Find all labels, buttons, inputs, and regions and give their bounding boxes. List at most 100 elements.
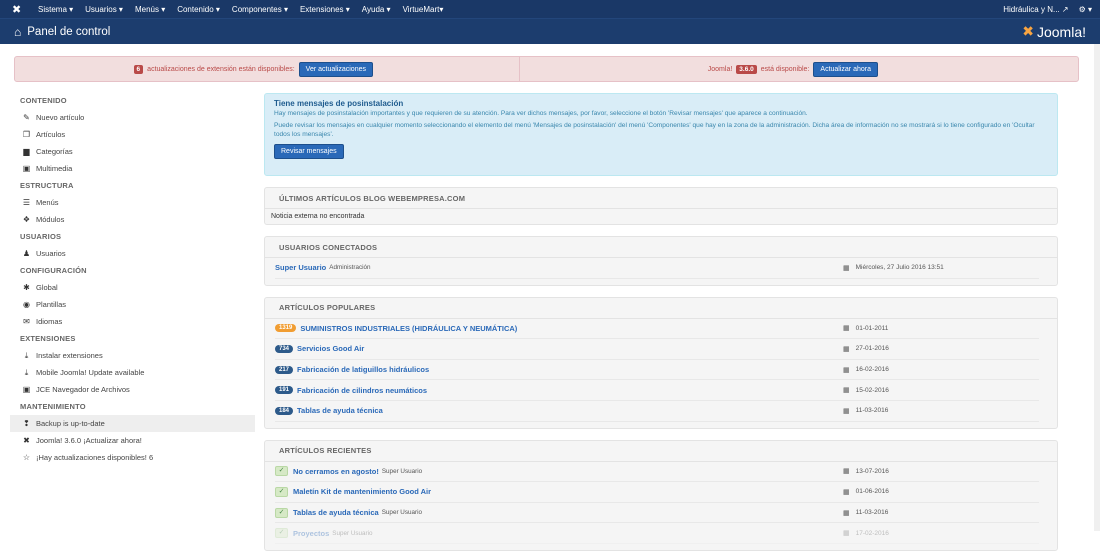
sidebar-item[interactable]: ◉ Plantillas — [10, 296, 255, 313]
popular-article-link[interactable]: Fabricación de latiguillos hidráulicos — [297, 365, 429, 374]
top-menu-item[interactable]: Usuarios ▾ — [85, 5, 123, 14]
sidebar-item[interactable]: ❐ Artículos — [10, 126, 255, 143]
sidebar-item-icon: ❢ — [23, 419, 30, 428]
top-menu-item[interactable]: Sistema ▾ — [38, 5, 73, 14]
sidebar-item-icon: ☆ — [22, 453, 31, 462]
logged-user-date: Miércoles, 27 Julio 2016 13:51 — [855, 264, 944, 272]
top-menu-item[interactable]: Ayuda ▾ — [362, 5, 391, 14]
published-check-icon[interactable]: ✓ — [275, 466, 288, 477]
sidebar-item-icon: ❖ — [22, 215, 31, 224]
calendar-icon: ▦ — [843, 345, 850, 353]
popular-article-row: 184 Tablas de ayuda técnica ▦ 11-03-2016 — [275, 401, 1039, 422]
logged-user-area: Administración — [329, 264, 371, 272]
recent-article-link[interactable]: Tablas de ayuda técnica — [293, 508, 379, 517]
sidebar-item-label: Idiomas — [36, 317, 63, 326]
site-link[interactable]: Hidráulica y N... ↗ — [1003, 5, 1068, 14]
sidebar-item-label: ¡Hay actualizaciones disponibles! 6 — [36, 453, 154, 462]
sidebar-item[interactable]: ✱ Global — [10, 279, 255, 296]
sidebar-item-icon: ◉ — [23, 300, 30, 309]
hits-badge: 734 — [275, 344, 294, 353]
sidebar-item[interactable]: ❖ Módulos — [10, 211, 255, 228]
article-date: 15-02-2016 — [855, 386, 889, 394]
sidebar-item-icon: ▣ — [22, 164, 31, 173]
sidebar-item[interactable]: ✎ Nuevo artículo — [10, 109, 255, 126]
sidebar-item-icon: ☰ — [22, 198, 31, 207]
sidebar-item[interactable]: ☆ ¡Hay actualizaciones disponibles! 6 — [10, 449, 255, 466]
update-now-button[interactable]: Actualizar ahora — [813, 61, 878, 77]
joomla-update-pre: Joomla! — [707, 65, 733, 73]
joomla-logo-icon[interactable]: ✖ — [12, 3, 28, 16]
recent-article-row: ✓ Proyectos Super Usuario ▦ 17-02-2016 — [275, 523, 1039, 544]
sidebar-item-icon: ✉ — [23, 317, 30, 326]
main-content: Tiene mensajes de posinstalación Hay men… — [264, 93, 1058, 551]
published-check-icon[interactable]: ✓ — [275, 528, 288, 539]
sidebar-item[interactable]: ▣ JCE Navegador de Archivos — [10, 381, 255, 398]
extension-update-text: actualizaciones de extensión están dispo… — [147, 65, 295, 73]
hits-badge: 217 — [275, 365, 294, 374]
popular-article-row: 191 Fabricación de cilindros neumáticos … — [275, 380, 1039, 401]
view-updates-button[interactable]: Ver actualizaciones — [298, 61, 373, 77]
recent-article-row: ✓ Tablas de ayuda técnica Super Usuario … — [275, 503, 1039, 524]
logged-users-panel: USUARIOS CONECTADOS Super Usuario Admini… — [264, 236, 1058, 286]
published-check-icon[interactable]: ✓ — [275, 507, 288, 518]
extension-update-count: 6 — [133, 64, 144, 74]
sidebar-item-icon: ✎ — [23, 113, 30, 122]
calendar-icon: ▦ — [843, 325, 850, 333]
hits-badge: 1319 — [275, 324, 297, 333]
sidebar-item-icon: ❐ — [22, 130, 31, 139]
sidebar-item[interactable]: ⤓ Mobile Joomla! Update available — [10, 364, 255, 381]
article-date: 27-01-2016 — [855, 345, 889, 353]
recent-article-link[interactable]: No cerramos en agosto! — [293, 467, 379, 476]
popular-article-link[interactable]: Servicios Good Air — [297, 344, 364, 353]
recent-articles-panel: ARTÍCULOS RECIENTES ✓ No cerramos en ago… — [264, 439, 1058, 551]
sidebar-section-title: EXTENSIONES — [20, 334, 76, 343]
sidebar-item-label: Mobile Joomla! Update available — [36, 368, 145, 377]
sidebar-item[interactable]: ☰ Menús — [10, 194, 255, 211]
sidebar-item-label: Categorías — [36, 147, 73, 156]
calendar-icon: ▦ — [843, 264, 850, 272]
top-menu-item[interactable]: Extensiones ▾ — [300, 5, 350, 14]
update-alert: 6 actualizaciones de extensión están dis… — [14, 56, 1079, 82]
top-menu-item[interactable]: Contenido ▾ — [177, 5, 220, 14]
sidebar-item[interactable]: ❢ Backup is up-to-date — [10, 415, 255, 432]
top-menu-item[interactable]: VirtueMart▾ — [403, 5, 444, 14]
recent-article-link[interactable]: Maletín Kit de mantenimiento Good Air — [293, 487, 431, 496]
logged-user-link[interactable]: Super Usuario — [275, 263, 326, 272]
sidebar-item[interactable]: ♟ Usuarios — [10, 245, 255, 262]
hits-badge: 191 — [275, 386, 294, 395]
sidebar-item-label: Backup is up-to-date — [36, 419, 105, 428]
popular-articles-panel: ARTÍCULOS POPULARES 1319 SUMINISTROS IND… — [264, 296, 1058, 429]
sidebar-item[interactable]: ⤓ Instalar extensiones — [10, 347, 255, 364]
postinstall-text-1: Hay mensajes de posinstalación important… — [274, 110, 808, 117]
sidebar-item-label: Usuarios — [36, 249, 66, 258]
calendar-icon: ▦ — [843, 468, 850, 476]
page-scrollbar[interactable] — [1094, 44, 1100, 531]
review-messages-button[interactable]: Revisar mensajes — [274, 144, 344, 159]
top-menu-item[interactable]: Componentes ▾ — [232, 5, 288, 14]
sidebar-item-label: Artículos — [36, 130, 66, 139]
top-menu-item[interactable]: Menús ▾ — [135, 5, 165, 14]
sidebar-item-label: Global — [36, 283, 58, 292]
popular-article-link[interactable]: Fabricación de cilindros neumáticos — [297, 386, 427, 395]
sidebar-section-title: USUARIOS — [20, 232, 62, 241]
sidebar-item-icon: ✖ — [23, 436, 30, 445]
published-check-icon[interactable]: ✓ — [275, 486, 288, 497]
recent-article-author: Super Usuario — [381, 467, 423, 475]
recent-article-link[interactable]: Proyectos — [293, 529, 329, 538]
popular-article-link[interactable]: SUMINISTROS INDUSTRIALES (HIDRÁULICA Y N… — [300, 324, 517, 333]
sidebar-item-label: Multimedia — [36, 164, 73, 173]
sidebar-item[interactable]: ✉ Idiomas — [10, 313, 255, 330]
recent-article-author: Super Usuario — [381, 509, 422, 517]
recent-articles-title: ARTÍCULOS RECIENTES — [265, 441, 1057, 462]
hits-badge: 184 — [275, 406, 294, 415]
postinstall-text-2: Puede revisar los mensajes en cualquier … — [274, 122, 1035, 138]
sidebar-item[interactable]: ✖ Joomla! 3.6.0 ¡Actualizar ahora! — [10, 432, 255, 449]
settings-menu[interactable]: ⚙ ▾ — [1079, 5, 1092, 14]
logged-user-row: Super Usuario Administración ▦ Miércoles,… — [275, 258, 1039, 279]
popular-article-link[interactable]: Tablas de ayuda técnica — [297, 406, 383, 415]
sidebar-section-title: ESTRUCTURA — [20, 181, 74, 190]
sidebar-item[interactable]: ▆ Categorías — [10, 143, 255, 160]
article-date: 13-07-2016 — [855, 467, 889, 475]
calendar-icon: ▦ — [843, 530, 850, 538]
sidebar-item[interactable]: ▣ Multimedia — [10, 160, 255, 177]
